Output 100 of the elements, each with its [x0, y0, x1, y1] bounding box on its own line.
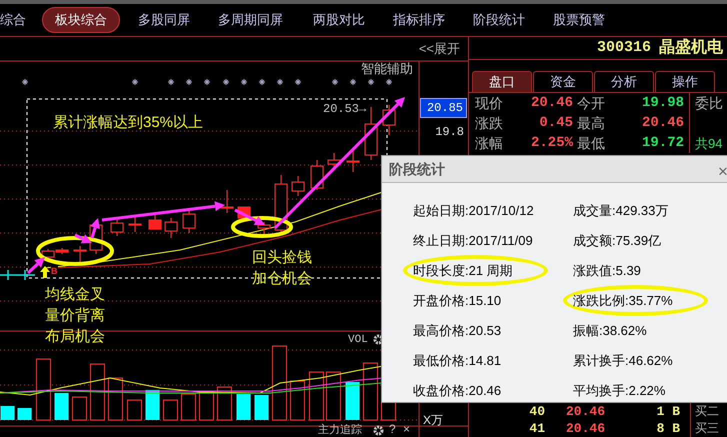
asterisk-icon	[204, 78, 210, 86]
volume-bar	[363, 362, 378, 420]
tab[interactable]: 板块综合	[42, 7, 120, 33]
order-index: 41	[528, 420, 545, 437]
buy-marker: B	[51, 266, 58, 276]
volume-bar	[309, 372, 324, 420]
expand-button[interactable]: <<展开	[418, 39, 460, 58]
candlestick	[74, 246, 86, 262]
quote-label: 涨幅	[474, 134, 504, 152]
unit-label: X万	[423, 412, 444, 429]
close-button[interactable]: ×	[718, 159, 727, 184]
helper-label: 智能辅助	[361, 61, 413, 76]
tab[interactable]: 阶段统计	[473, 8, 525, 32]
tab[interactable]: 两股对比	[313, 8, 365, 32]
volume-bar	[181, 394, 196, 420]
volume-bar	[163, 400, 178, 420]
axis-label: 20.85	[420, 98, 467, 118]
settings-icon[interactable]	[373, 334, 384, 345]
volume-bar	[127, 400, 142, 420]
candlestick	[220, 190, 234, 214]
trend-arrow	[26, 257, 45, 274]
annotation-text: 布局机会	[45, 327, 105, 347]
stat-text: 最高价格:20.53	[413, 322, 502, 340]
quote-value: 0.45	[538, 114, 573, 132]
candlestick	[182, 210, 196, 234]
volume-label: VOL	[348, 333, 368, 348]
quote-label: 最低	[576, 134, 606, 152]
quote-value: 19.72	[640, 134, 684, 152]
tab[interactable]: 指标排序	[393, 8, 445, 32]
tab[interactable]: 多股同屏	[138, 8, 190, 32]
stock-name: 晶盛机电	[659, 37, 723, 58]
asterisk-icon	[258, 78, 266, 86]
asterisk-icon	[240, 78, 248, 86]
quote-label: 委比	[695, 94, 723, 113]
asterisk-icon	[276, 78, 284, 86]
quote-value: 2.25%	[530, 134, 573, 152]
asterisk-icon	[294, 78, 302, 86]
tab[interactable]: 多周期同屏	[218, 8, 283, 32]
tab[interactable]: 综合	[0, 8, 26, 32]
order-volume: 1 B	[656, 402, 680, 421]
stat-text: 平均换手:2.22%	[573, 382, 666, 400]
order-price: 20.46	[564, 420, 605, 437]
stat-text: 振幅:38.62%	[573, 322, 647, 340]
dialog-title: 阶段统计	[388, 160, 445, 178]
quote-label: 现价	[474, 94, 504, 112]
asterisk-icon	[132, 78, 138, 86]
stat-text: 涨跌值:5.39	[573, 262, 641, 280]
highlight-ellipse	[231, 216, 293, 238]
trend-arrow	[234, 208, 265, 225]
stat-text: 终止日期:2017/11/09	[413, 232, 533, 250]
asterisk-icon	[22, 78, 28, 86]
candlestick	[364, 106, 378, 160]
quote-label: 最高	[576, 114, 606, 132]
stock-code: 300316	[596, 38, 651, 58]
stat-text: 成交额:75.39亿	[573, 232, 662, 250]
price-label: 20.53→	[323, 101, 366, 118]
annotation-text: 量价背离	[45, 306, 105, 326]
tab[interactable]: 盘口	[472, 71, 532, 92]
candlestick	[292, 176, 304, 196]
panel-label: 主力追踪	[318, 424, 362, 437]
quote-label: 涨跌	[474, 114, 504, 132]
volume-bar	[36, 358, 51, 420]
stat-text: 涨跌比例:35.77%	[573, 292, 673, 310]
annotation-text: 均线金叉	[45, 285, 105, 305]
volume-bar	[146, 390, 160, 420]
tab[interactable]: 资金	[533, 71, 593, 92]
candlestick	[148, 214, 162, 230]
stat-text: 成交量:429.33万	[573, 202, 668, 220]
settings-icon[interactable]	[373, 425, 384, 436]
volume-bar	[0, 406, 14, 420]
order-price: 20.46	[564, 402, 605, 421]
annotation-text: 加仓机会	[252, 269, 312, 289]
stat-text: 最低价格:14.81	[413, 352, 502, 370]
quote-value: 19.98	[640, 94, 684, 112]
up-arrow-icon	[40, 266, 50, 278]
tab[interactable]: 股票预警	[553, 8, 605, 32]
stat-text: 起始日期:2017/10/12	[413, 202, 534, 220]
order-volume: 8 B	[656, 420, 680, 437]
volume-bar	[90, 364, 105, 420]
volume-bar	[254, 395, 268, 420]
volume-bar	[290, 380, 305, 420]
volume-bar	[18, 408, 32, 420]
candlestick	[110, 218, 124, 236]
volume-bar	[199, 392, 214, 420]
candlestick	[382, 104, 396, 136]
quote-value: 20.46	[530, 94, 573, 112]
candlestick	[128, 216, 142, 232]
annotation-text: 回头捡钱	[252, 248, 312, 268]
help-button[interactable]: ?	[389, 423, 396, 436]
tab[interactable]: 操作	[655, 71, 715, 92]
annotation-text: 累计涨幅达到35%以上	[53, 113, 204, 133]
stat-text: 累计换手:46.62%	[573, 352, 673, 370]
volume-bar	[108, 378, 123, 420]
tab[interactable]: 分析	[594, 71, 654, 92]
volume-bar	[236, 394, 250, 420]
close-button[interactable]: ×	[403, 423, 410, 436]
volume-bar	[54, 393, 68, 420]
volume-bar	[346, 382, 360, 420]
asterisk-icon	[332, 78, 338, 86]
price-line	[0, 269, 36, 281]
